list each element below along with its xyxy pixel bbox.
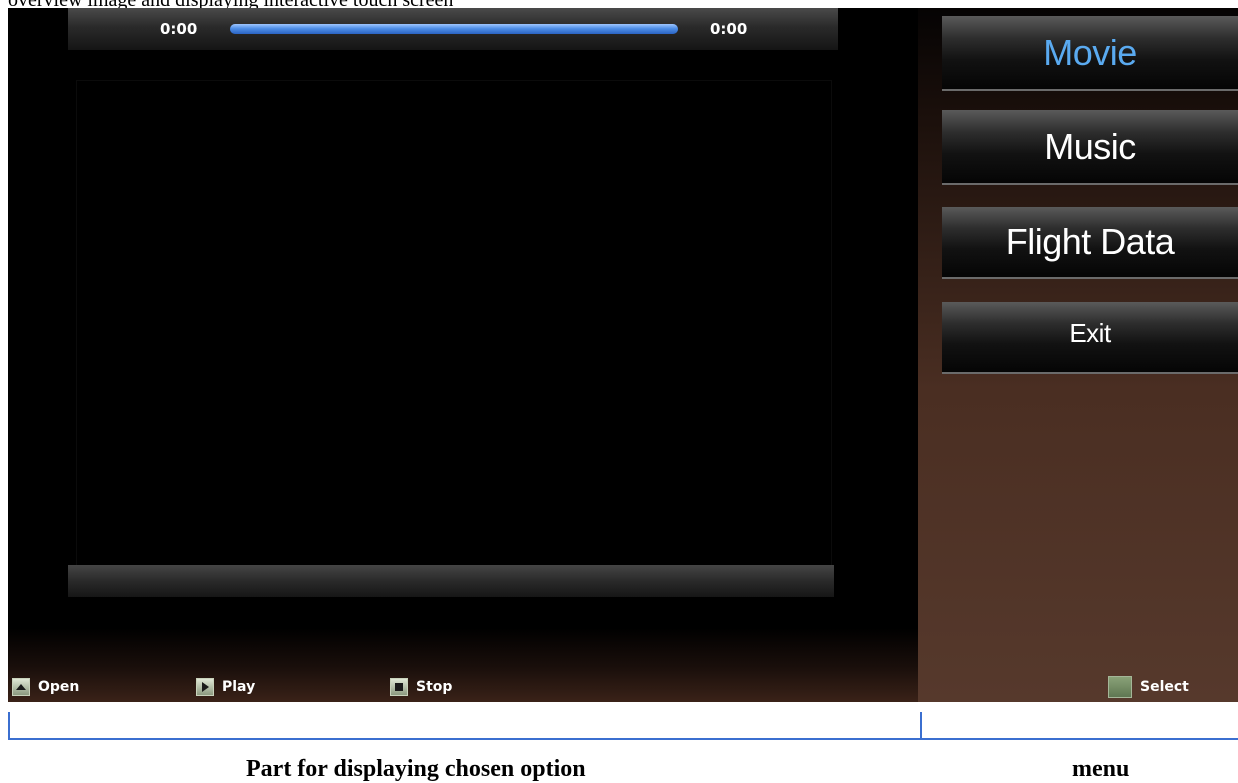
stop-icon — [390, 678, 408, 696]
menu-item-music[interactable]: Music — [942, 110, 1238, 185]
elapsed-time: 0:00 — [160, 20, 198, 38]
play-button[interactable]: Play — [196, 677, 255, 697]
menu-item-flight-data[interactable]: Flight Data — [942, 207, 1238, 279]
caption-display-part: Part for displaying chosen option — [246, 756, 586, 782]
video-display-area — [76, 80, 832, 566]
bracket-tick-left — [8, 712, 10, 740]
menu-item-label: Flight Data — [1005, 221, 1175, 262]
menu-item-label: Exit — [1069, 318, 1111, 348]
select-label: Select — [1140, 679, 1189, 695]
bracket-tick-middle — [920, 712, 922, 740]
total-time: 0:00 — [710, 20, 748, 38]
open-label: Open — [38, 679, 80, 695]
progress-bar[interactable] — [230, 24, 678, 34]
touch-screen: 0:00 0:00 Open Play Stop Movie Music Fli… — [8, 8, 1238, 702]
menu-item-label: Movie — [1043, 31, 1137, 73]
select-key-icon — [1108, 676, 1132, 698]
play-icon — [196, 678, 214, 696]
stop-label: Stop — [416, 679, 453, 695]
eject-icon — [12, 678, 30, 696]
menu-item-exit[interactable]: Exit — [942, 302, 1238, 374]
menu-item-label: Music — [1044, 125, 1136, 167]
menu-panel: Movie Music Flight Data Exit — [918, 8, 1238, 702]
play-label: Play — [222, 679, 256, 695]
progress-fill — [230, 24, 678, 34]
open-button[interactable]: Open — [12, 677, 79, 697]
player-bottom-bar — [68, 565, 834, 597]
player-top-bar: 0:00 0:00 — [68, 8, 838, 50]
player-panel: 0:00 0:00 Open Play Stop — [8, 8, 918, 702]
caption-menu: menu — [1072, 756, 1130, 782]
bracket-line — [8, 738, 1238, 740]
menu-item-movie[interactable]: Movie — [942, 16, 1238, 91]
select-button[interactable]: Select — [1108, 676, 1189, 698]
stop-button[interactable]: Stop — [390, 677, 452, 697]
